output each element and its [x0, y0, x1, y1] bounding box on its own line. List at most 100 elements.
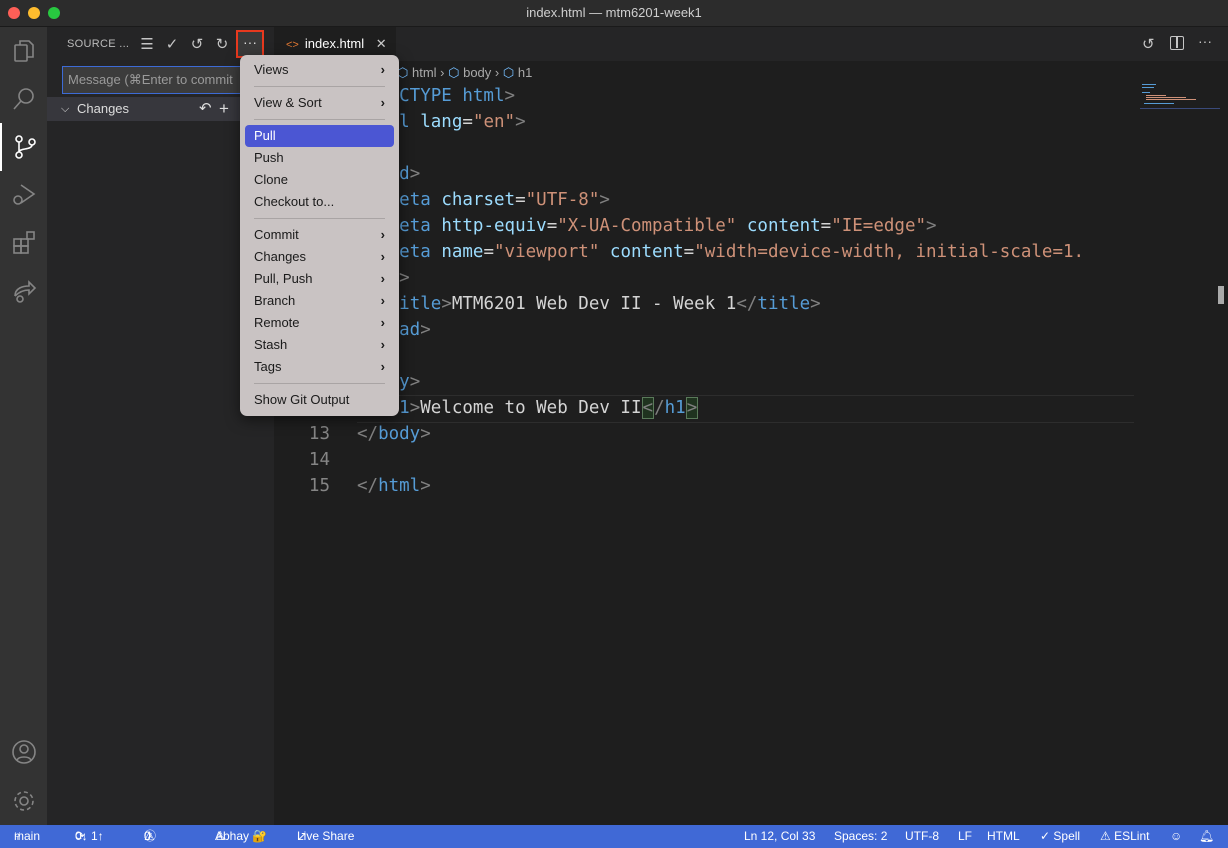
- language-mode[interactable]: HTML: [987, 825, 1020, 847]
- indentation[interactable]: Spaces: 2: [834, 825, 887, 847]
- chevron-right-icon: ›: [380, 271, 385, 286]
- search-icon[interactable]: [0, 75, 47, 123]
- menu-item-tags[interactable]: Tags ›: [245, 356, 394, 378]
- menu-item-label: Changes: [254, 249, 307, 264]
- menu-item-pull[interactable]: Pull: [245, 125, 394, 147]
- chevron-right-icon: ›: [380, 249, 385, 264]
- code-token: body: [378, 424, 421, 444]
- menu-item-branch[interactable]: Branch ›: [245, 290, 394, 312]
- minimize-window-button[interactable]: [28, 7, 40, 19]
- split-editor-icon[interactable]: [1170, 36, 1184, 50]
- maximize-window-button[interactable]: [48, 7, 60, 19]
- encoding[interactable]: UTF-8: [905, 825, 939, 847]
- breadcrumb-item[interactable]: h1: [518, 65, 532, 80]
- code-token: >: [420, 424, 431, 444]
- breadcrumb-item[interactable]: html: [412, 65, 437, 80]
- feedback-icon[interactable]: ☺: [1170, 825, 1182, 847]
- code-token: =: [683, 242, 695, 262]
- menu-item-label: Push: [254, 150, 284, 165]
- code-token: =: [546, 216, 558, 236]
- refresh-icon[interactable]: ↻: [212, 35, 232, 55]
- menu-item-push[interactable]: Push: [245, 147, 394, 169]
- menu-item-view-sort[interactable]: View & Sort ›: [245, 92, 394, 114]
- menu-item-label: Branch: [254, 293, 296, 308]
- history-icon[interactable]: ↺: [187, 35, 207, 55]
- code-token: >: [399, 268, 410, 288]
- menu-item-checkout-to[interactable]: Checkout to...: [245, 191, 394, 213]
- tab-bar: <> index.html ✕ ↺ ···: [274, 27, 1228, 61]
- spell-status[interactable]: ✓ Spell: [1040, 825, 1080, 847]
- line-number: 14: [308, 450, 330, 470]
- chevron-right-icon: ›: [380, 62, 385, 77]
- code-token: >: [504, 86, 516, 106]
- code-token: "IE=edge": [831, 216, 927, 236]
- extensions-icon[interactable]: [0, 219, 47, 267]
- code-token: content: [736, 216, 821, 236]
- minimap[interactable]: [1140, 82, 1220, 122]
- eslint-status[interactable]: ⚠ ESLint: [1100, 825, 1149, 847]
- code-token: >: [810, 294, 821, 314]
- code-token: Welcome to Web Dev II: [420, 398, 642, 418]
- commit-check-icon[interactable]: ✓: [162, 35, 182, 55]
- cursor-position[interactable]: Ln 12, Col 33: [744, 825, 815, 847]
- source-control-icon[interactable]: [0, 123, 47, 171]
- code-token: >: [515, 112, 526, 132]
- code-token: title: [757, 294, 811, 314]
- code-token: h1: [664, 398, 686, 418]
- code-token: =: [483, 242, 495, 262]
- code-token: lang: [409, 112, 463, 132]
- chevron-right-icon: ›: [380, 95, 385, 110]
- title-bar: index.html — mtm6201-week1: [0, 0, 1228, 27]
- code-token: /: [654, 398, 665, 418]
- code-token: >: [441, 294, 452, 314]
- code-token: =: [820, 216, 832, 236]
- code-token: >: [599, 190, 610, 210]
- code-token: charset: [430, 190, 516, 210]
- menu-item-commit[interactable]: Commit ›: [245, 224, 394, 246]
- code-token: </: [357, 476, 379, 496]
- menu-item-stash[interactable]: Stash ›: [245, 334, 394, 356]
- menu-item-remote[interactable]: Remote ›: [245, 312, 394, 334]
- menu-item-show-git-output[interactable]: Show Git Output: [245, 389, 394, 411]
- settings-gear-icon[interactable]: [0, 777, 47, 825]
- notifications-bell-icon[interactable]: 🔔︎: [1199, 825, 1214, 847]
- menu-item-label: Views: [254, 62, 289, 77]
- timeline-icon[interactable]: ↺: [1142, 35, 1155, 53]
- chevron-right-icon: ›: [380, 337, 385, 352]
- breadcrumb-item[interactable]: body: [463, 65, 491, 80]
- menu-item-label: Stash: [254, 337, 288, 352]
- live-share-icon[interactable]: [0, 267, 47, 315]
- close-tab-icon[interactable]: ✕: [376, 36, 387, 51]
- code-line: <h1>Welcome to Web Dev II</h1>: [357, 395, 699, 421]
- code-line: </html>: [357, 473, 431, 499]
- menu-item-label: Checkout to...: [254, 194, 335, 209]
- menu-item-label: Pull: [254, 128, 276, 143]
- account-icon[interactable]: [0, 728, 47, 776]
- more-icon[interactable]: ···: [1198, 33, 1212, 49]
- view-as-tree-icon[interactable]: ☰: [137, 35, 157, 55]
- end-of-line[interactable]: LF: [958, 825, 972, 847]
- chevron-right-icon: ›: [380, 293, 385, 308]
- menu-item-label: Commit: [254, 227, 299, 242]
- menu-item-clone[interactable]: Clone: [245, 169, 394, 191]
- window-title: index.html — mtm6201-week1: [526, 5, 702, 20]
- menu-item-changes[interactable]: Changes ›: [245, 246, 394, 268]
- code-token: >: [409, 372, 421, 392]
- run-debug-icon[interactable]: [0, 171, 47, 219]
- menu-item-pull-push[interactable]: Pull, Push ›: [245, 268, 394, 290]
- stage-all-icon[interactable]: +: [219, 97, 229, 121]
- close-window-button[interactable]: [8, 7, 20, 19]
- panel-title: SOURCE ...: [67, 38, 130, 50]
- code-token: </: [736, 294, 758, 314]
- more-actions-button[interactable]: ···: [236, 30, 264, 58]
- code-token: content: [599, 242, 684, 262]
- menu-item-views[interactable]: Views ›: [245, 59, 394, 81]
- scrollbar[interactable]: [1218, 286, 1224, 304]
- commit-message-input[interactable]: Message (⌘Enter to commit: [62, 66, 262, 94]
- more-actions-menu: Views › View & Sort › Pull Push Clone Checkout …: [240, 55, 399, 416]
- menu-item-label: View & Sort: [254, 95, 322, 110]
- discard-all-icon[interactable]: ↶: [199, 97, 212, 121]
- explorer-icon[interactable]: [0, 27, 47, 75]
- code-line: <meta http-equiv="X-UA-Compatible" conte…: [357, 213, 937, 239]
- code-token: "X-UA-Compatible": [557, 216, 737, 236]
